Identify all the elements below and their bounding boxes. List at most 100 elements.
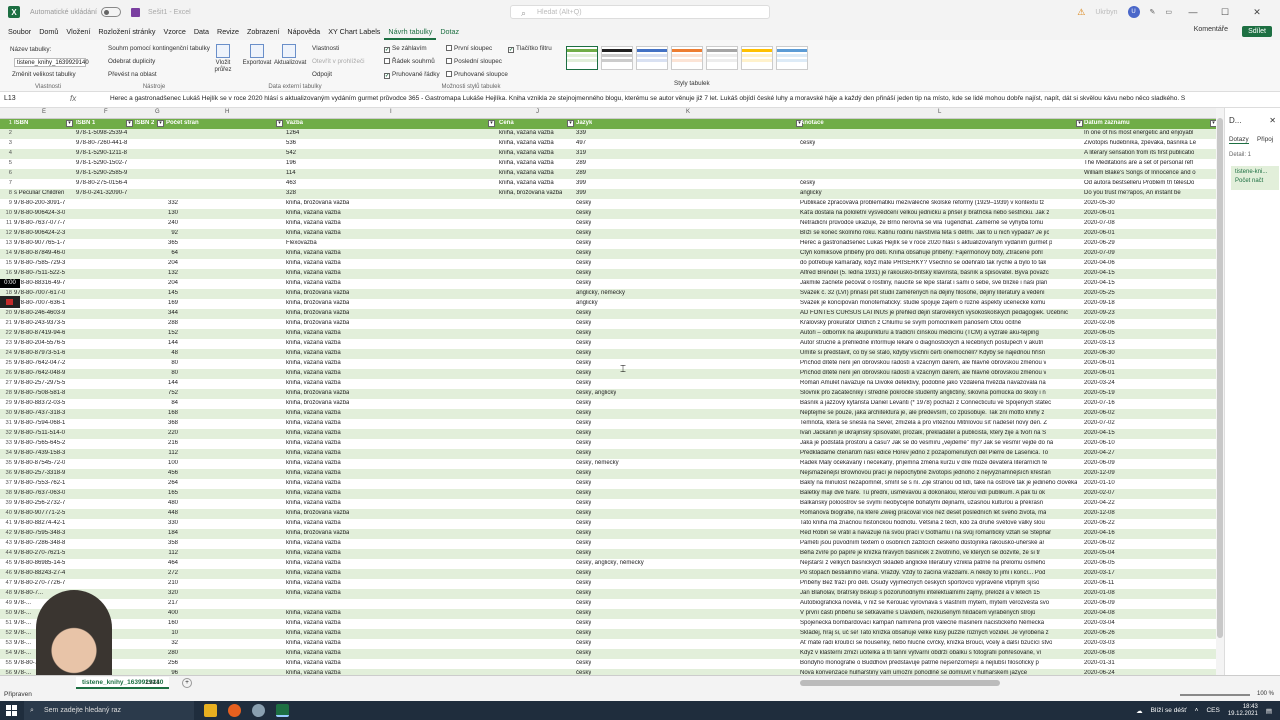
row-number[interactable]: 11 [0,220,12,226]
table-cell[interactable]: 978-80-275-0156-4 [76,180,127,186]
table-cell[interactable]: kniha, vázaná vazba [286,410,341,416]
table-cell[interactable]: český [576,570,591,576]
table-cell[interactable]: A literary sensation from its first publ… [1084,150,1194,156]
row-number[interactable]: 22 [0,330,12,336]
row-number[interactable]: 30 [0,410,12,416]
menu-tab-1[interactable]: Domů [35,24,62,40]
table-cell[interactable]: 978-80-907765-1-7 [14,240,65,246]
table-cell[interactable]: Do you trust me?apos, An instant be [1084,190,1181,196]
column-header-k[interactable]: K [686,109,690,115]
table-cell[interactable]: 1264 [286,130,299,136]
query-item[interactable]: tistene-kni... Počet načt [1231,166,1279,190]
row-number[interactable]: 23 [0,340,12,346]
table-style-orange[interactable] [671,46,703,70]
table-cell[interactable]: 256 [150,660,178,666]
row-number[interactable]: 6 [0,170,12,176]
zoom-level[interactable]: 100 % [1257,691,1274,697]
menu-tab-7[interactable]: Zobrazení [243,24,283,40]
row-number[interactable]: 24 [0,350,12,356]
close-icon[interactable]: ✕ [1246,7,1268,18]
obs-icon[interactable] [252,704,265,717]
table-cell[interactable]: 978-80-7637-077-7 [14,220,65,226]
table-cell[interactable]: 289 [576,170,586,176]
table-cell[interactable]: 978-80-7286-348-8 [14,540,65,546]
table-cell[interactable]: 2020-07-02 [1084,420,1115,426]
table-cell[interactable]: 204 [150,260,178,266]
maximize-icon[interactable]: ☐ [1214,7,1236,18]
table-cell[interactable]: 2020-06-01 [1084,210,1115,216]
table-cell[interactable]: anglický [800,190,822,196]
column-header-e[interactable]: E [42,109,46,115]
table-cell[interactable]: kniha, vázaná vazba [499,180,554,186]
table-cell[interactable]: Po stopách bestiálního vraha. Vraždy. Vž… [800,570,1045,576]
table-cell[interactable]: kniha, vázaná vazba [286,590,341,596]
table-cell[interactable]: 220 [150,430,178,436]
table-header-cell[interactable]: Jazyk [576,120,592,126]
table-cell[interactable]: Ať máte rádi kroutící se housenky, nebo … [800,640,1052,646]
table-cell[interactable]: 280 [150,650,178,656]
table-cell[interactable]: 978-... [14,640,31,646]
row-number[interactable]: 48 [0,590,12,596]
table-cell[interactable]: 978-80-7437-318-3 [14,410,65,416]
row-number[interactable]: 5 [0,160,12,166]
ribbon-display-icon[interactable]: ▭ [1165,8,1172,16]
filter-dropdown-icon[interactable]: ▾ [567,120,574,127]
table-cell[interactable]: 2020-05-30 [1084,200,1115,206]
table-cell[interactable]: 978-80-7595-348-3 [14,530,65,536]
table-cell[interactable]: český [576,590,591,596]
table-cell[interactable]: 978-80-257-2975-5 [14,380,65,386]
table-cell[interactable]: kniha, vázaná vazba [499,130,554,136]
row-number[interactable]: 2 [0,130,12,136]
table-cell[interactable]: 145 [150,290,178,296]
table-cell[interactable]: s Peculiar Children [14,190,64,196]
table-cell[interactable]: Ivan Jackanin je ukrajinský spisovatel, … [800,430,1046,436]
table-cell[interactable]: 272 [150,570,178,576]
table-cell[interactable]: český [576,380,591,386]
table-cell[interactable]: kniha, vázaná vazba [286,570,341,576]
taskbar-search[interactable]: ⌕ Sem zadejte hledaný raz [24,701,194,720]
table-cell[interactable]: 978-... [14,650,31,656]
zoom-slider[interactable] [1180,694,1250,696]
row-number[interactable]: 14 [0,250,12,256]
table-cell[interactable]: 978-80-88274-42-1 [14,520,65,526]
table-cell[interactable]: 168 [150,410,178,416]
row-number[interactable]: 27 [0,380,12,386]
table-cell[interactable]: 978-80-246-4603-9 [14,310,65,316]
table-cell[interactable]: kniha, vázaná vazba [286,550,341,556]
table-cell[interactable]: 978-80-7594-068-1 [14,420,65,426]
table-cell[interactable]: Tato kniha má značnou historickou hodnot… [800,520,1045,526]
table-cell[interactable]: český [576,320,591,326]
table-cell[interactable]: 2020-06-22 [1084,520,1115,526]
table-cell[interactable]: kniha, vázaná vazba [286,580,341,586]
table-cell[interactable]: 2020-09-23 [1084,310,1115,316]
table-cell[interactable]: 169 [150,300,178,306]
table-cell[interactable]: 2020-04-15 [1084,280,1115,286]
row-number[interactable]: 26 [0,370,12,376]
column-header-g[interactable]: G [155,109,160,115]
table-cell[interactable]: 217 [150,600,178,606]
menu-tab-3[interactable]: Rozložení stránky [94,24,159,40]
table-cell[interactable]: český, anglický [576,390,616,396]
table-style-lightblue[interactable] [776,46,808,70]
table-header-cell[interactable]: Cena [499,120,514,126]
table-cell[interactable]: 978-80-7007-617-0 [14,290,65,296]
save-icon[interactable] [130,7,140,17]
table-cell[interactable]: Blíží se konec školního roku. Kátinu rod… [800,230,1049,236]
row-number[interactable]: 8 [0,190,12,196]
table-cell[interactable]: 978-80-86985-14-5 [14,560,65,566]
table-cell[interactable]: 978-0-241-32090-7 [76,190,127,196]
table-cell[interactable]: 978-80-204-5576-5 [14,340,65,346]
row-number[interactable]: 34 [0,450,12,456]
table-cell[interactable]: do potřebuje kamarády, když máte PŘÍŠERK… [800,260,1046,266]
filter-dropdown-icon[interactable]: ▾ [157,120,164,127]
avatar[interactable]: U [1127,6,1140,18]
table-cell[interactable]: 480 [150,500,178,506]
table-cell[interactable]: Neptejme se pouze, jaká architektura je,… [800,410,1044,416]
table-cell[interactable]: 114 [286,170,296,176]
table-cell[interactable]: český [576,420,591,426]
clock[interactable]: 18:43 19.12.2021 [1228,704,1258,718]
table-cell[interactable]: 365 [150,240,178,246]
table-cell[interactable]: kniha, vázaná vazba [286,650,341,656]
formula-input[interactable]: Herec a gastronadšenec Lukáš Hejlík se v… [110,95,1240,102]
windows-start-icon[interactable] [6,705,17,716]
